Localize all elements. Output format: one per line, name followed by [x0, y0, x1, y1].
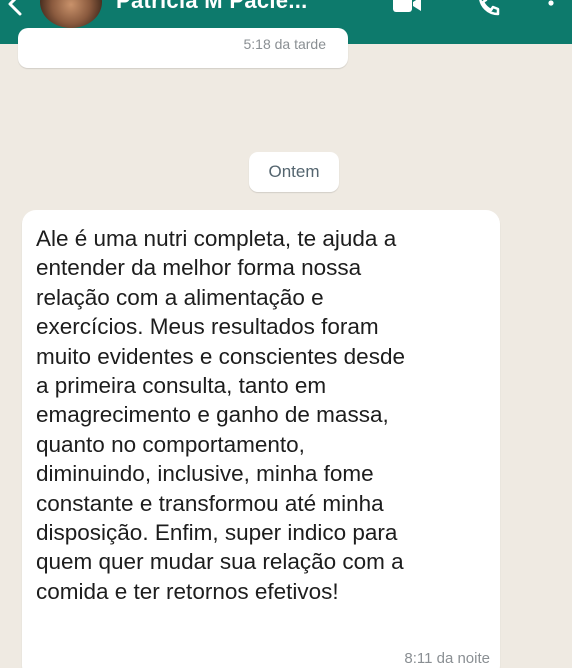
video-camera-icon[interactable]	[392, 0, 422, 16]
back-arrow-icon[interactable]	[4, 0, 28, 20]
contact-name[interactable]: Patrícia M Pacie...	[116, 0, 308, 14]
message-bubble[interactable]: Ale é uma nutri completa, te ajuda a ent…	[22, 210, 500, 668]
message-text: Ale é uma nutri completa, te ajuda a ent…	[36, 226, 405, 604]
phone-icon[interactable]	[476, 0, 502, 18]
avatar[interactable]	[40, 0, 102, 28]
more-vertical-icon[interactable]	[546, 0, 556, 18]
previous-message-bubble[interactable]: 5:18 da tarde	[18, 28, 348, 68]
previous-message-time: 5:18 da tarde	[243, 36, 326, 52]
date-separator: Ontem	[249, 152, 339, 192]
message-time: 8:11 da noite	[404, 650, 490, 667]
